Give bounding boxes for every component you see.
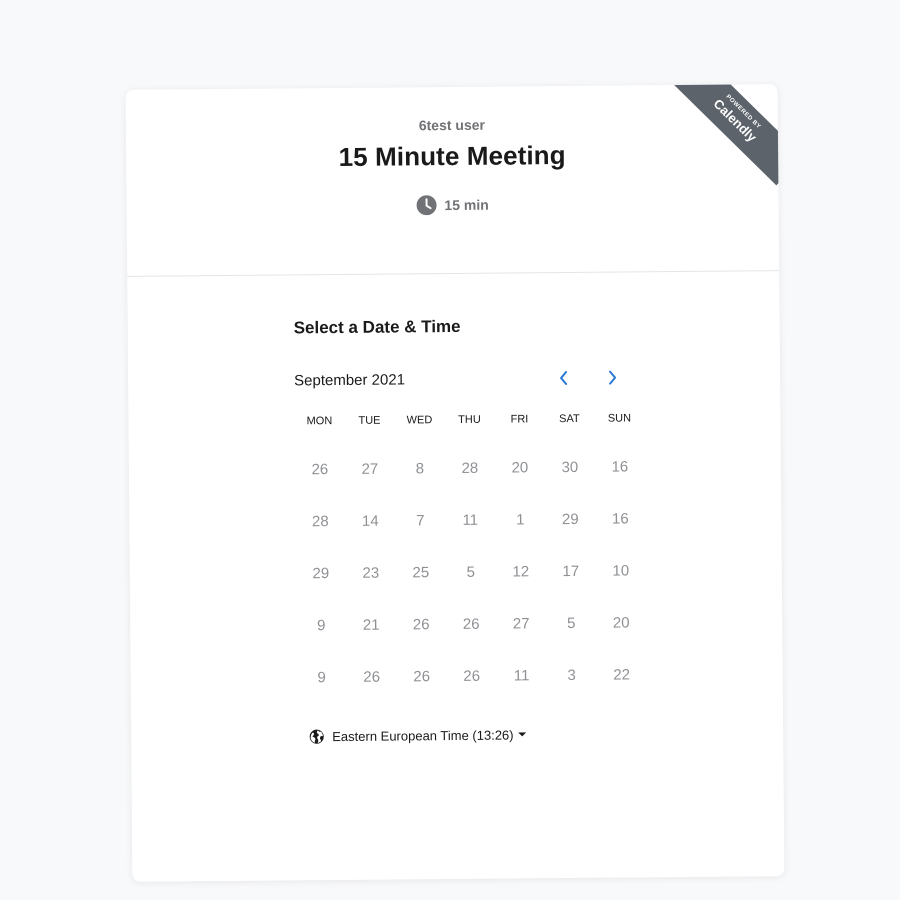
calendar-day: 27 xyxy=(361,460,379,478)
chevron-right-icon xyxy=(609,370,617,385)
weekday-label: THU xyxy=(458,413,481,426)
chevron-left-icon xyxy=(560,371,568,386)
calendar-day: 26 xyxy=(311,460,329,478)
calendar-week: 26 27 8 28 20 30 16 xyxy=(295,440,645,495)
calendar-day: 3 xyxy=(567,666,576,684)
weekday-label: SUN xyxy=(607,412,632,425)
calendar-day: 26 xyxy=(363,668,381,686)
calendar-day: 8 xyxy=(415,459,425,477)
calendar-day: 29 xyxy=(561,510,579,528)
duration-label: 15 min xyxy=(444,196,489,214)
timezone-label: Eastern European Time (13:26) xyxy=(332,727,514,745)
calendar-day: 9 xyxy=(317,668,326,686)
calendar-week: 28 14 7 11 1 29 16 xyxy=(295,492,645,547)
section-title: Select a Date & Time xyxy=(293,316,461,338)
calendar-day: 21 xyxy=(362,616,380,634)
event-header: 6test user 15 Minute Meeting 15 min POWE… xyxy=(125,84,785,277)
calendar-section: Select a Date & Time September 2021 MON xyxy=(127,271,784,882)
owner-name: 6test user xyxy=(418,116,486,134)
calendar-day: 5 xyxy=(566,614,576,632)
weekday-header: MON TUE WED THU FRI SAT SUN xyxy=(294,412,644,435)
calendar-day: 17 xyxy=(562,562,580,580)
event-duration: 15 min xyxy=(126,192,778,218)
calendar-day: 20 xyxy=(612,613,630,632)
calendar-day: 25 xyxy=(412,563,430,581)
calendar-day: 11 xyxy=(462,511,479,529)
calendar-day: 26 xyxy=(462,615,480,633)
calendar-day: 28 xyxy=(311,512,329,530)
calendar-day: 5 xyxy=(466,563,476,581)
next-month-button[interactable] xyxy=(600,366,624,390)
weekday-label: FRI xyxy=(510,413,529,426)
calendar-day: 14 xyxy=(361,512,379,530)
globe-icon xyxy=(309,729,324,744)
calendar-day: 22 xyxy=(613,665,631,684)
calendar-day: 26 xyxy=(412,615,430,633)
calendar-day: 27 xyxy=(512,614,530,632)
caret-down-icon xyxy=(518,731,527,736)
calendar-day: 30 xyxy=(561,458,579,476)
calendar-day: 1 xyxy=(516,510,525,528)
calendar-day: 12 xyxy=(512,562,530,581)
event-title: 15 Minute Meeting xyxy=(338,140,566,173)
calendar-day: 20 xyxy=(511,458,529,477)
calendar-week: 9 26 26 26 11 3 22 xyxy=(296,648,646,703)
calendar-day: 10 xyxy=(612,561,630,580)
booking-card: 6test user 15 Minute Meeting 15 min POWE… xyxy=(125,84,785,882)
calendar-day: 29 xyxy=(312,564,330,582)
calendar-day: 11 xyxy=(513,666,530,684)
calendar-day: 9 xyxy=(316,616,326,634)
calendar-day: 26 xyxy=(413,667,431,685)
weekday-label: SAT xyxy=(559,412,580,426)
weekday-label: WED xyxy=(406,414,433,427)
previous-month-button[interactable] xyxy=(552,366,576,390)
calendar-day: 23 xyxy=(362,564,380,582)
timezone-selector[interactable]: Eastern European Time (13:26) xyxy=(309,727,527,744)
calendar-day: 16 xyxy=(611,457,629,476)
calendar-weeks: 26 27 8 28 20 30 16 28 14 7 11 1 29 16 2… xyxy=(295,440,647,703)
powered-by-calendly-badge[interactable]: POWERED BY Calendly xyxy=(669,84,785,186)
calendar-day: 16 xyxy=(611,509,629,528)
calendar-week: 29 23 25 5 12 17 10 xyxy=(296,544,646,599)
calendar-grid: MON TUE WED THU FRI SAT SUN 26 27 8 28 2… xyxy=(294,412,646,703)
weekday-label: MON xyxy=(306,415,333,428)
calendar-day: 26 xyxy=(463,667,481,685)
calendar-week: 9 21 26 26 27 5 20 xyxy=(296,596,646,651)
month-label: September 2021 xyxy=(294,371,406,390)
month-navigation: September 2021 xyxy=(294,370,624,395)
page: 6test user 15 Minute Meeting 15 min POWE… xyxy=(0,0,900,900)
weekday-label: TUE xyxy=(358,414,381,427)
clock-icon xyxy=(416,195,437,216)
calendar-day: 7 xyxy=(416,511,425,529)
calendar-day: 28 xyxy=(461,459,479,477)
